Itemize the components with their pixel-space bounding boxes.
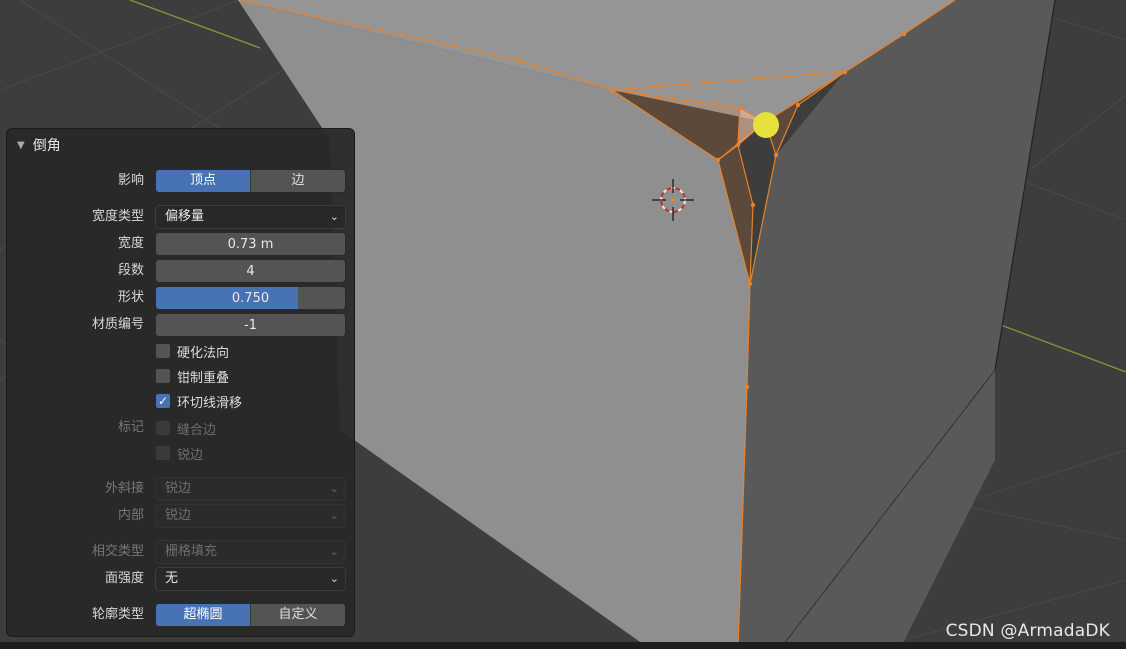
mark-sharp-checkbox: 锐边	[155, 443, 203, 463]
mark-sharp-box	[155, 445, 171, 461]
face-strength-label: 面强度	[104, 571, 144, 586]
profile-superellipse-option[interactable]: 超椭圆	[156, 604, 251, 626]
intersection-type-row: 相交类型 栅格填充 ⌄	[7, 540, 356, 564]
affect-edges-option[interactable]: 边	[251, 170, 345, 192]
shape-slider[interactable]: 0.750	[155, 286, 346, 310]
material-value: -1	[244, 318, 257, 333]
mark-sharp-label: 锐边	[177, 447, 204, 463]
clamp-overlap-checkbox[interactable]: 钳制重叠	[155, 366, 229, 386]
miter-inner-dropdown: 锐边 ⌄	[155, 504, 346, 528]
width-type-dropdown[interactable]: 偏移量 ⌄	[155, 205, 346, 229]
profile-type-row: 轮廓类型 超椭圆 自定义	[7, 603, 356, 627]
intersection-type-value: 栅格填充	[165, 544, 218, 559]
segments-field[interactable]: 4	[155, 259, 346, 283]
affect-row: 影响 顶点 边	[7, 169, 356, 193]
material-label: 材质编号	[91, 317, 144, 332]
harden-normals-box[interactable]	[155, 343, 171, 359]
width-field[interactable]: 0.73 m	[155, 232, 346, 256]
loop-slide-label: 环切线滑移	[177, 395, 243, 411]
segments-row: 段数 4	[7, 259, 356, 283]
width-row: 宽度 0.73 m	[7, 232, 356, 256]
miter-outer-row: 外斜接 锐边 ⌄	[7, 477, 356, 501]
mark-seam-box	[155, 420, 171, 436]
material-row: 材质编号 -1	[7, 313, 356, 337]
watermark: CSDN @ArmadaDK	[945, 621, 1110, 641]
chevron-down-icon: ⌄	[329, 545, 339, 558]
chevron-down-icon: ⌄	[329, 572, 339, 585]
miter-inner-value: 锐边	[165, 508, 192, 523]
clamp-overlap-box[interactable]	[155, 368, 171, 384]
miter-inner-label: 内部	[117, 508, 144, 523]
status-strip	[0, 642, 1126, 649]
panel-header[interactable]: ▼ 倒角	[17, 135, 61, 155]
intersection-type-dropdown: 栅格填充 ⌄	[155, 540, 346, 564]
miter-outer-label: 外斜接	[104, 481, 144, 496]
profile-custom-option[interactable]: 自定义	[251, 604, 345, 626]
chevron-down-icon: ⌄	[329, 210, 339, 223]
bevel-operator-panel[interactable]: ▼ 倒角 影响 顶点 边 宽度类型 偏移量 ⌄ 宽度 0.73 m 段数 4 形…	[6, 128, 355, 637]
collapse-triangle-icon[interactable]: ▼	[17, 140, 25, 151]
miter-outer-value: 锐边	[165, 481, 192, 496]
material-field[interactable]: -1	[155, 313, 346, 337]
segments-label: 段数	[117, 263, 144, 278]
face-strength-value: 无	[165, 571, 179, 586]
shape-value: 0.750	[231, 291, 270, 306]
affect-toggle: 顶点 边	[155, 169, 346, 193]
width-type-value: 偏移量	[165, 209, 205, 224]
intersection-type-label: 相交类型	[91, 544, 144, 559]
affect-vertices-option[interactable]: 顶点	[156, 170, 251, 192]
profile-type-toggle: 超椭圆 自定义	[155, 603, 346, 627]
miter-inner-row: 内部 锐边 ⌄	[7, 504, 356, 528]
face-strength-row: 面强度 无 ⌄	[7, 567, 356, 591]
chevron-down-icon: ⌄	[329, 509, 339, 522]
clamp-overlap-label: 钳制重叠	[177, 370, 230, 386]
segments-value: 4	[246, 264, 255, 279]
mark-label: 标记	[117, 420, 144, 435]
shape-row: 形状 0.750	[7, 286, 356, 310]
width-type-row: 宽度类型 偏移量 ⌄	[7, 205, 356, 229]
harden-normals-label: 硬化法向	[177, 345, 230, 361]
width-type-label: 宽度类型	[91, 209, 144, 224]
y-axis-line	[129, 0, 261, 49]
width-label: 宽度	[117, 236, 144, 251]
chevron-down-icon: ⌄	[329, 482, 339, 495]
face-strength-dropdown[interactable]: 无 ⌄	[155, 567, 346, 591]
shape-slider-fill	[156, 287, 298, 309]
affect-label: 影响	[117, 173, 144, 188]
profile-type-label: 轮廓类型	[91, 607, 144, 622]
harden-normals-checkbox[interactable]: 硬化法向	[155, 341, 229, 361]
panel-title: 倒角	[32, 138, 61, 154]
checkmark-icon[interactable]: ✓	[155, 393, 171, 409]
shape-label: 形状	[117, 290, 144, 305]
active-vertex-highlight[interactable]	[753, 112, 779, 138]
loop-slide-checkbox[interactable]: ✓ 环切线滑移	[155, 391, 242, 411]
width-value: 0.73 m	[227, 237, 274, 252]
miter-outer-dropdown: 锐边 ⌄	[155, 477, 346, 501]
mark-seam-label: 缝合边	[177, 422, 217, 438]
mark-seam-checkbox: 缝合边	[155, 418, 216, 438]
